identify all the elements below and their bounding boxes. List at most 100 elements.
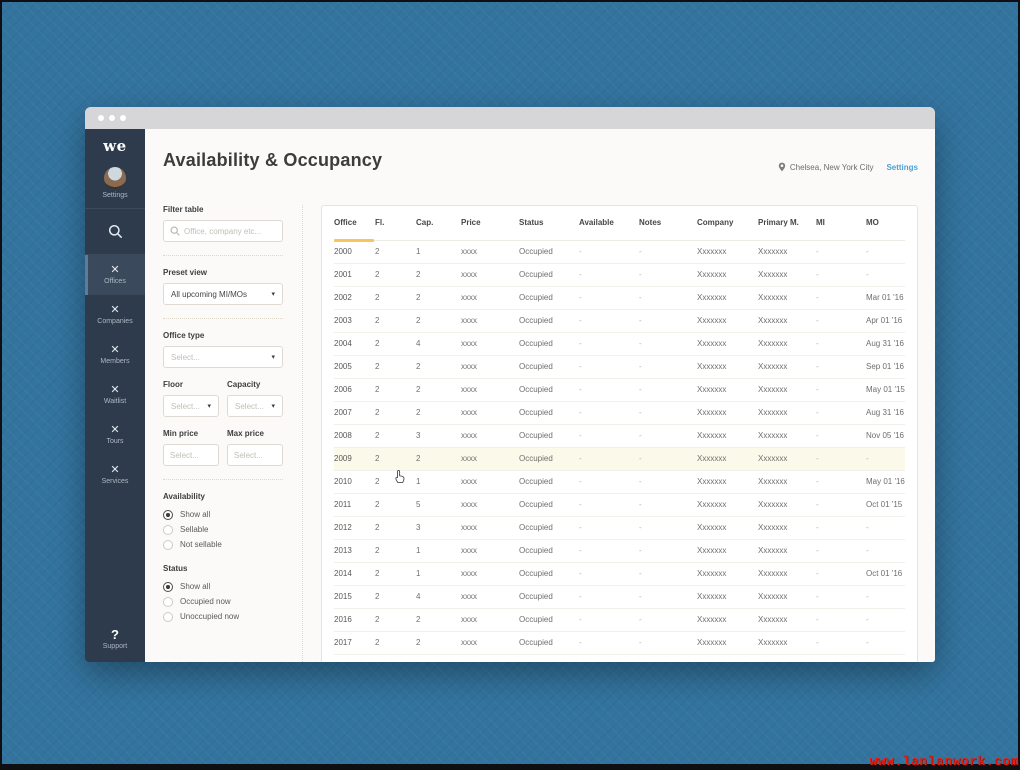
cell: Xxxxxxx — [758, 631, 816, 654]
table-row[interactable]: 200823xxxxOccupied--XxxxxxxXxxxxxx-Nov 0… — [334, 424, 905, 447]
radio-circle — [163, 597, 173, 607]
column-header-available[interactable]: Available — [579, 206, 639, 240]
sidebar-item-offices[interactable]: ✕Offices — [85, 255, 145, 295]
occupancy-table: OfficeFl.Cap.PriceStatusAvailableNotesCo… — [334, 206, 905, 655]
table-row[interactable]: 200122xxxxOccupied--XxxxxxxXxxxxxx-- — [334, 263, 905, 286]
cell: - — [866, 447, 905, 470]
cell: Oct 01 '15 — [866, 493, 905, 516]
cell: 2 — [375, 355, 416, 378]
cell: Occupied — [519, 539, 579, 562]
column-header-office[interactable]: Office — [334, 206, 375, 240]
table-row[interactable]: 201321xxxxOccupied--XxxxxxxXxxxxxx-- — [334, 539, 905, 562]
cell: 2 — [416, 608, 461, 631]
profile-menu[interactable]: Settings — [85, 163, 145, 209]
cell: 2010 — [334, 470, 375, 493]
capacity-select[interactable]: Select... ▾ — [227, 395, 283, 417]
cell: - — [816, 263, 866, 286]
filter-table-label: Filter table — [163, 205, 283, 214]
cell: xxxx — [461, 608, 519, 631]
column-header-mo[interactable]: MO — [866, 206, 905, 240]
sidebar-item-members[interactable]: ✕Members — [85, 335, 145, 375]
x-icon: ✕ — [110, 465, 119, 476]
cell: Xxxxxxx — [758, 516, 816, 539]
cell: 3 — [416, 516, 461, 539]
sidebar-item-support[interactable]: ? Support — [85, 627, 145, 662]
preset-view-select[interactable]: All upcoming MI/MOs ▾ — [163, 283, 283, 305]
cell: - — [816, 631, 866, 654]
radio-not-sellable[interactable]: Not sellable — [163, 537, 283, 552]
cell: Xxxxxxx — [758, 539, 816, 562]
cell: - — [639, 424, 697, 447]
cell: - — [579, 585, 639, 608]
sidebar-item-companies[interactable]: ✕Companies — [85, 295, 145, 335]
cell: - — [866, 516, 905, 539]
sidebar-search-button[interactable] — [85, 209, 145, 255]
cell: Occupied — [519, 470, 579, 493]
column-header-status[interactable]: Status — [519, 206, 579, 240]
location-settings-link[interactable]: Settings — [886, 163, 918, 172]
table-row[interactable]: 200222xxxxOccupied--XxxxxxxXxxxxxx-Mar 0… — [334, 286, 905, 309]
table-row[interactable]: 201223xxxxOccupied--XxxxxxxXxxxxxx-- — [334, 516, 905, 539]
cell: 3 — [416, 424, 461, 447]
cell: 2012 — [334, 516, 375, 539]
cell: 2005 — [334, 355, 375, 378]
sidebar-item-services[interactable]: ✕Services — [85, 455, 145, 495]
table-row[interactable]: 200522xxxxOccupied--XxxxxxxXxxxxxx-Sep 0… — [334, 355, 905, 378]
max-price-input[interactable] — [227, 444, 283, 466]
cell: Occupied — [519, 309, 579, 332]
filter-search-input[interactable] — [163, 220, 283, 242]
table-row[interactable]: 200922xxxxOccupied--XxxxxxxXxxxxxx-- — [334, 447, 905, 470]
cell: Xxxxxxx — [697, 631, 758, 654]
window-control-dot[interactable] — [120, 115, 126, 121]
cell: - — [816, 355, 866, 378]
location-text: Chelsea, New York City — [790, 163, 874, 172]
cell: - — [579, 240, 639, 263]
cell: xxxx — [461, 562, 519, 585]
floor-select[interactable]: Select... ▾ — [163, 395, 219, 417]
radio-show-all[interactable]: Show all — [163, 579, 283, 594]
window-control-dot[interactable] — [109, 115, 115, 121]
window-control-dot[interactable] — [98, 115, 104, 121]
column-header-fl[interactable]: Fl. — [375, 206, 416, 240]
sidebar-item-tours[interactable]: ✕Tours — [85, 415, 145, 455]
cell: - — [639, 516, 697, 539]
column-header-mi[interactable]: MI — [816, 206, 866, 240]
cell: - — [639, 585, 697, 608]
table-row[interactable]: 201524xxxxOccupied--XxxxxxxXxxxxxx-- — [334, 585, 905, 608]
cell: Xxxxxxx — [758, 286, 816, 309]
sidebar-nav: ✕Offices✕Companies✕Members✕Waitlist✕Tour… — [85, 255, 145, 495]
radio-sellable[interactable]: Sellable — [163, 522, 283, 537]
cell: 2 — [375, 401, 416, 424]
office-type-select[interactable]: Select... ▾ — [163, 346, 283, 368]
table-row[interactable]: 201622xxxxOccupied--XxxxxxxXxxxxxx-- — [334, 608, 905, 631]
table-row[interactable]: 200021xxxxOccupied--XxxxxxxXxxxxxx-- — [334, 240, 905, 263]
radio-unoccupied-now[interactable]: Unoccupied now — [163, 609, 283, 624]
column-header-notes[interactable]: Notes — [639, 206, 697, 240]
column-header-company[interactable]: Company — [697, 206, 758, 240]
sidebar-item-waitlist[interactable]: ✕Waitlist — [85, 375, 145, 415]
table-header-row: OfficeFl.Cap.PriceStatusAvailableNotesCo… — [334, 206, 905, 240]
cell: 2 — [416, 447, 461, 470]
radio-show-all[interactable]: Show all — [163, 507, 283, 522]
column-header-primary-m[interactable]: Primary M. — [758, 206, 816, 240]
table-row[interactable]: 201722xxxxOccupied--XxxxxxxXxxxxxx-- — [334, 631, 905, 654]
cell: - — [816, 608, 866, 631]
cell: Aug 31 '16 — [866, 332, 905, 355]
table-row[interactable]: 201125xxxxOccupied--XxxxxxxXxxxxxx-Oct 0… — [334, 493, 905, 516]
cell: - — [579, 286, 639, 309]
column-header-cap[interactable]: Cap. — [416, 206, 461, 240]
cell: Xxxxxxx — [758, 263, 816, 286]
table-row[interactable]: 200424xxxxOccupied--XxxxxxxXxxxxxx-Aug 3… — [334, 332, 905, 355]
table-row[interactable]: 201421xxxxOccupied--XxxxxxxXxxxxxx-Oct 0… — [334, 562, 905, 585]
cell: xxxx — [461, 355, 519, 378]
table-row[interactable]: 201021xxxxOccupied--XxxxxxxXxxxxxx-May 0… — [334, 470, 905, 493]
table-row[interactable]: 200722xxxxOccupied--XxxxxxxXxxxxxx-Aug 3… — [334, 401, 905, 424]
table-row[interactable]: 200322xxxxOccupied--XxxxxxxXxxxxxx-Apr 0… — [334, 309, 905, 332]
radio-occupied-now[interactable]: Occupied now — [163, 594, 283, 609]
min-price-input[interactable] — [163, 444, 219, 466]
cell: - — [639, 309, 697, 332]
column-header-price[interactable]: Price — [461, 206, 519, 240]
table-row[interactable]: 200622xxxxOccupied--XxxxxxxXxxxxxx-May 0… — [334, 378, 905, 401]
cell: 4 — [416, 585, 461, 608]
cell: - — [579, 309, 639, 332]
